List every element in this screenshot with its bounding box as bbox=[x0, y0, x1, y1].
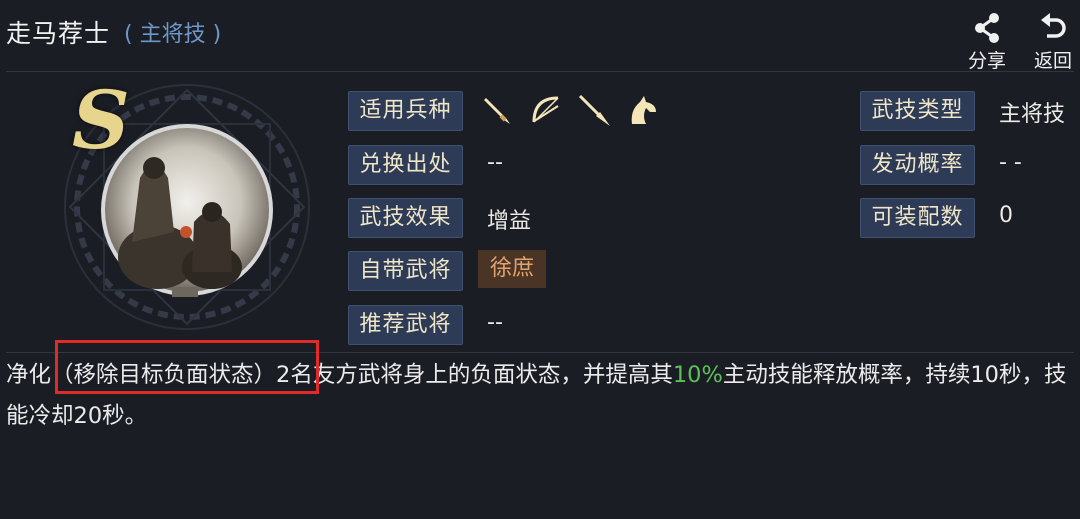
back-label: 返回 bbox=[1033, 50, 1072, 72]
page-title: 走马荐士 bbox=[6, 19, 111, 48]
label-unit-types: 适用兵种 bbox=[348, 91, 463, 131]
header-divider bbox=[6, 71, 1074, 72]
share-icon bbox=[960, 10, 1014, 44]
native-general-chip[interactable]: 徐庶 bbox=[478, 250, 546, 288]
skill-category-subtitle: ( 主将技 ) bbox=[124, 22, 222, 47]
blade-icon bbox=[480, 92, 516, 128]
share-button[interactable]: 分享 bbox=[960, 10, 1014, 73]
value-skill-type: 主将技 bbox=[999, 102, 1066, 127]
label-skill-type: 武技类型 bbox=[860, 91, 975, 131]
label-native-general: 自带武将 bbox=[348, 251, 463, 291]
label-exchange-source: 兑换出处 bbox=[348, 145, 463, 185]
back-icon bbox=[1026, 10, 1080, 44]
back-button[interactable]: 返回 bbox=[1026, 10, 1080, 73]
grade-badge: S bbox=[72, 73, 130, 167]
header: 走马荐士 ( 主将技 ) 分享 返回 bbox=[0, 0, 1080, 72]
description-highlight: 10% bbox=[672, 362, 723, 388]
value-equip-count: 0 bbox=[999, 203, 1013, 228]
unit-type-icons bbox=[480, 92, 660, 128]
label-skill-effect: 武技效果 bbox=[348, 198, 463, 238]
horse-icon bbox=[624, 92, 660, 128]
value-recommended-general: -- bbox=[487, 310, 503, 335]
value-exchange-source: -- bbox=[487, 150, 503, 175]
label-recommended-general: 推荐武将 bbox=[348, 305, 463, 345]
label-equip-count: 可装配数 bbox=[860, 198, 975, 238]
spear-icon bbox=[576, 92, 612, 128]
value-skill-effect: 增益 bbox=[487, 209, 532, 234]
bow-icon bbox=[528, 92, 564, 128]
value-trigger-rate: - - bbox=[999, 150, 1022, 175]
annotation-highlight-box bbox=[55, 340, 319, 394]
share-label: 分享 bbox=[967, 50, 1006, 72]
label-trigger-rate: 发动概率 bbox=[860, 145, 975, 185]
